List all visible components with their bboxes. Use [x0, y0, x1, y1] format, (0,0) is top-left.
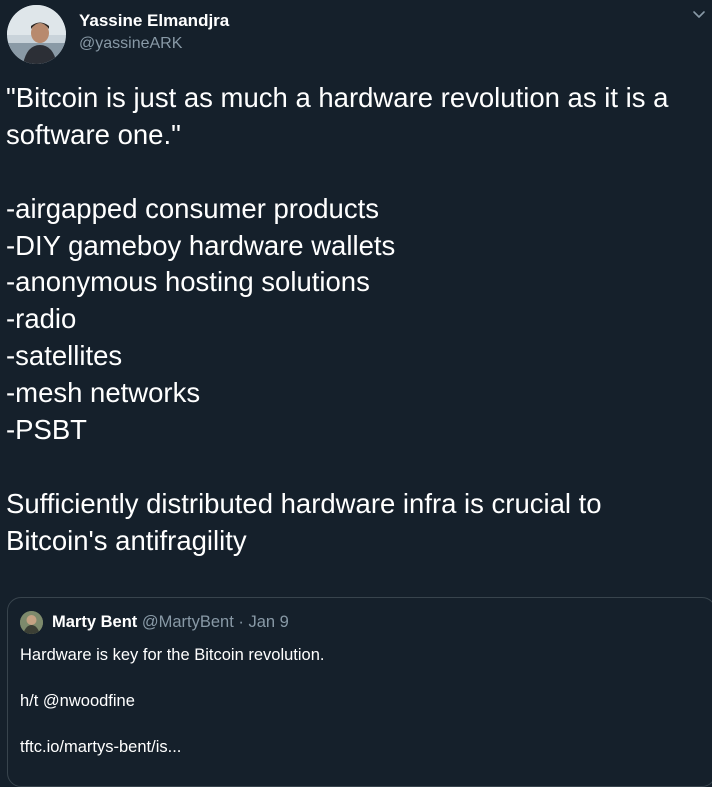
separator-dot: ·	[238, 613, 244, 631]
author-avatar[interactable]	[7, 5, 66, 64]
author-handle[interactable]: @yassineARK	[79, 35, 182, 53]
quoted-line: h/t @nwoodfine	[20, 692, 135, 710]
tweet-line: "Bitcoin is just as much a hardware revo…	[6, 82, 669, 113]
chevron-down-icon[interactable]	[691, 8, 707, 20]
tweet-line: -PSBT	[6, 414, 87, 446]
tweet-line: -DIY gameboy hardware wallets	[6, 229, 396, 261]
quoted-line: Hardware is key for the Bitcoin revoluti…	[20, 646, 325, 664]
quoted-body: Hardware is key for the Bitcoin revoluti…	[20, 644, 324, 759]
tweet-line: software one."	[6, 118, 181, 150]
quoted-author-name[interactable]: Marty Bent	[52, 613, 137, 631]
tweet-line: -mesh networks	[6, 377, 201, 409]
quoted-date[interactable]: Jan 9	[249, 613, 289, 631]
quoted-author-handle[interactable]: @MartyBent	[142, 613, 234, 631]
tweet: Yassine Elmandjra @yassineARK "Bitcoin i…	[0, 0, 712, 787]
tweet-line: -satellites	[6, 340, 123, 372]
tweet-line: -airgapped consumer products	[6, 192, 379, 224]
tweet-line: Bitcoin's antifragility	[6, 524, 247, 556]
tweet-line: -radio	[6, 303, 77, 335]
tweet-line: -anonymous hosting solutions	[6, 266, 370, 298]
quoted-author-avatar[interactable]	[20, 611, 43, 634]
quoted-tweet[interactable]: Marty Bent @MartyBent · Jan 9 Hardware i…	[7, 597, 712, 787]
tweet-line: Sufficiently distributed hardware infra …	[6, 487, 602, 519]
quoted-header: Marty Bent @MartyBent · Jan 9	[52, 613, 289, 632]
author-name[interactable]: Yassine Elmandjra	[79, 11, 229, 31]
tweet-body: "Bitcoin is just as much a hardware revo…	[6, 80, 706, 560]
quoted-link[interactable]: tftc.io/martys-bent/is...	[20, 736, 324, 759]
